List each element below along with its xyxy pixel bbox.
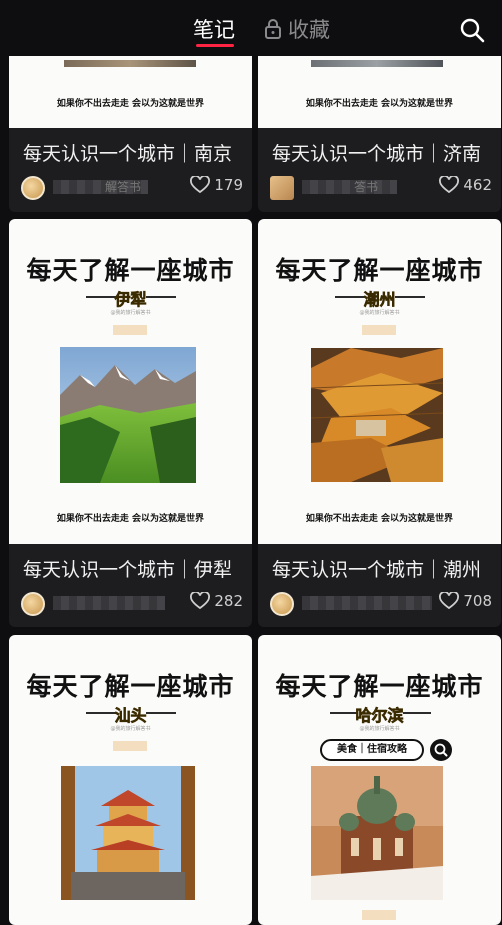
city-name: 汕头	[114, 706, 147, 726]
tag-box	[113, 325, 147, 335]
heart-icon	[439, 176, 460, 194]
cover-tagline: 如果你不出去走走 会以为这就是世界	[305, 514, 454, 524]
author-name-fragment: 答书	[354, 180, 379, 194]
avatar[interactable]	[270, 176, 294, 200]
active-tab-indicator	[196, 44, 234, 47]
note-title: 每天认识一个城市｜济南	[272, 143, 482, 165]
note-card-chaozhou[interactable]: 每天了解一座城市 潮州 @我的旅行解答书 如果你不出去走走 会以为这就是世界 每…	[258, 219, 501, 627]
city-banner: 哈尔滨	[258, 702, 501, 725]
city-banner: 汕头	[9, 702, 252, 725]
note-title: 每天认识一个城市｜南京	[23, 143, 233, 165]
cover-tagline: 如果你不出去走走 会以为这就是世界	[305, 99, 454, 109]
search-icon[interactable]	[458, 16, 486, 44]
note-meta: 答书 462	[270, 176, 492, 200]
heart-icon	[190, 176, 211, 194]
heart-icon	[439, 592, 460, 610]
cover-credit: @我的旅行解答书	[359, 726, 400, 732]
cover-photo-mountains	[60, 347, 196, 483]
cover-tagline: 如果你不出去走走 会以为这就是世界	[56, 514, 205, 524]
like-count[interactable]: 462	[439, 176, 492, 194]
note-card-harbin[interactable]: 每天了解一座城市 哈尔滨 @我的旅行解答书 美食｜住宿攻略	[258, 635, 501, 925]
cover-search-badge: 美食｜住宿攻略	[320, 739, 501, 761]
note-meta: 282	[21, 592, 243, 616]
note-card-yili[interactable]: 每天了解一座城市 伊犁 @我的旅行解答书 如果你不出去走走 会以为这就是世界 每…	[9, 219, 252, 627]
like-count[interactable]: 282	[190, 592, 243, 610]
author-name-blurred	[53, 596, 165, 610]
like-count-value: 708	[463, 592, 492, 610]
like-count-value: 462	[463, 176, 492, 194]
note-title: 每天认识一个城市｜伊犁	[23, 559, 233, 581]
cover-heading: 每天了解一座城市	[275, 256, 484, 285]
like-count[interactable]: 708	[439, 592, 492, 610]
cover-photo	[64, 60, 196, 67]
heart-icon	[190, 592, 211, 610]
city-name: 哈尔滨	[355, 706, 404, 726]
like-count-value: 179	[214, 176, 243, 194]
cover-photo-cathedral	[311, 766, 443, 900]
city-name: 潮州	[363, 290, 396, 310]
lock-icon	[265, 19, 281, 39]
city-banner: 潮州	[258, 286, 501, 309]
tab-notes[interactable]: 笔记	[193, 14, 235, 44]
top-tab-bar: 笔记 收藏	[0, 0, 502, 56]
note-meta: 708	[270, 592, 492, 616]
author-name-blurred	[302, 180, 397, 194]
tag-box	[362, 910, 396, 920]
tab-favorites-label: 收藏	[288, 18, 330, 42]
avatar[interactable]	[270, 592, 294, 616]
tag-box	[362, 325, 396, 335]
cover-heading: 每天了解一座城市	[26, 672, 235, 701]
note-cover: 每天了解一座城市 潮州 @我的旅行解答书 如果你不出去走走 会以为这就是世界	[258, 219, 501, 544]
cover-photo-rooftops	[311, 348, 443, 482]
cover-photo-pavilion	[61, 766, 195, 900]
note-meta: 解答书 179	[21, 176, 243, 200]
city-name: 伊犁	[114, 290, 147, 310]
cover-photo	[311, 60, 443, 67]
author-name-fragment: 解答书	[105, 180, 142, 194]
cover-heading: 每天了解一座城市	[26, 256, 235, 285]
like-count[interactable]: 179	[190, 176, 243, 194]
note-cover: 每天了解一座城市 哈尔滨 @我的旅行解答书 美食｜住宿攻略	[258, 635, 501, 925]
cover-heading: 每天了解一座城市	[275, 672, 484, 701]
search-icon	[430, 739, 452, 761]
note-cover: 每天了解一座城市 伊犁 @我的旅行解答书 如果你不出去走走 会以为这就是世界	[9, 219, 252, 544]
note-card-nanjing[interactable]: 如果你不出去走走 会以为这就是世界 每天认识一个城市｜南京 解答书 179	[9, 40, 252, 212]
note-card-jinan[interactable]: 如果你不出去走走 会以为这就是世界 每天认识一个城市｜济南 答书 462	[258, 40, 501, 212]
city-banner: 伊犁	[9, 286, 252, 309]
note-card-shantou[interactable]: 每天了解一座城市 汕头 @我的旅行解答书	[9, 635, 252, 925]
author-name-blurred	[302, 596, 432, 610]
cover-search-text: 美食｜住宿攻略	[320, 739, 424, 761]
like-count-value: 282	[214, 592, 243, 610]
avatar[interactable]	[21, 176, 45, 200]
cover-credit: @我的旅行解答书	[359, 310, 400, 316]
tag-box	[113, 741, 147, 751]
cover-credit: @我的旅行解答书	[110, 726, 151, 732]
note-title: 每天认识一个城市｜潮州	[272, 559, 482, 581]
cover-credit: @我的旅行解答书	[110, 310, 151, 316]
cover-tagline: 如果你不出去走走 会以为这就是世界	[56, 99, 205, 109]
tab-favorites[interactable]: 收藏	[264, 14, 330, 44]
avatar[interactable]	[21, 592, 45, 616]
note-cover: 每天了解一座城市 汕头 @我的旅行解答书	[9, 635, 252, 925]
